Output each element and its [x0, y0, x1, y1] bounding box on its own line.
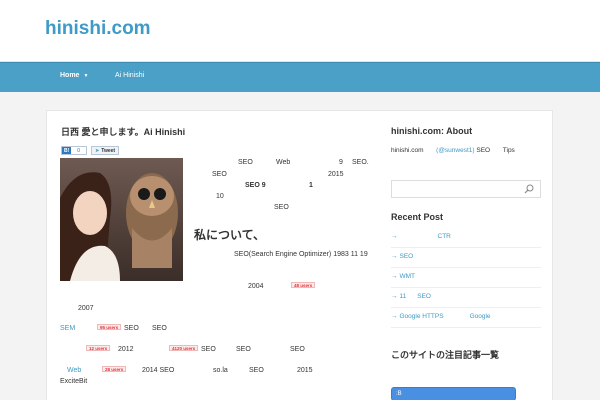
tweet-button[interactable]: ➤ Tweet: [91, 146, 120, 155]
para-2015: 2015: [297, 367, 313, 374]
hatena-users-badge[interactable]: 4120 users: [169, 345, 199, 351]
arrow-right-icon: →: [391, 313, 398, 320]
about-heading: hinishi.com: About: [391, 126, 473, 136]
para-seo-4: SEO: [236, 346, 251, 353]
para-seo-2: SEO: [152, 325, 167, 332]
hatena-icon: B!: [62, 147, 72, 154]
chevron-down-icon: ▼: [83, 73, 89, 79]
para-year-2007: 2007: [78, 305, 94, 312]
hatena-users-badge[interactable]: 48 users: [291, 282, 316, 288]
para-seo-1: SEO: [124, 325, 139, 332]
post-text-3: 9: [339, 159, 343, 166]
profile-photo-image: [60, 158, 183, 281]
para-2014: 2014 SEO: [142, 367, 175, 374]
link-web[interactable]: Web: [67, 367, 81, 374]
post-text-1: SEO: [238, 159, 253, 166]
search-box: [391, 180, 541, 198]
recent-post-item[interactable]: → WMT: [391, 270, 541, 288]
para-seo-3: SEO: [201, 346, 216, 353]
arrow-right-icon: →: [391, 273, 398, 280]
about-text: hinishi.com (@sunwest1) SEO Tips: [391, 147, 515, 154]
post-title[interactable]: 日西 愛と申します。Ai Hinishi: [61, 125, 185, 138]
recent-post-label: Google: [469, 313, 491, 320]
link-sem[interactable]: SEM: [60, 325, 75, 332]
hatena-widget-button[interactable]: :B: [391, 387, 516, 400]
search-icon[interactable]: [524, 184, 534, 194]
post-text-5: SEO: [212, 171, 227, 178]
post-text-7: SEO 9: [245, 182, 266, 189]
recent-post-pre: 11: [399, 293, 407, 300]
tweet-label: Tweet: [101, 147, 116, 154]
hatena-users-badge[interactable]: 12 users: [86, 345, 111, 351]
para-year-2004: 2004: [248, 283, 264, 290]
about-tips: Tips: [502, 147, 515, 154]
arrow-right-icon: →: [391, 253, 398, 260]
recent-post-item[interactable]: → 11 SEO: [391, 290, 541, 308]
recent-post-pre: Google HTTPS: [399, 313, 444, 320]
recent-post-item[interactable]: → CTR: [391, 230, 541, 248]
post-text-9: 10: [216, 193, 224, 200]
main-nav: Home ▼ Ai Hinishi: [0, 62, 600, 92]
nav-home-label: Home: [60, 72, 80, 79]
arrow-right-icon: →: [391, 233, 398, 240]
para-line-1: SEO(Search Engine Optimizer) 1983 11 19: [234, 251, 368, 258]
arrow-right-icon: →: [391, 293, 398, 300]
para-sola: so.la: [213, 367, 228, 374]
hatena-bookmark-button[interactable]: B! 0: [61, 146, 88, 155]
recent-posts-heading: Recent Post: [391, 212, 444, 222]
post-text-8: 1: [309, 182, 313, 189]
recent-post-label: CTR: [437, 233, 451, 240]
para-seo-5: SEO: [290, 346, 305, 353]
para-seo-6: SEO: [249, 367, 264, 374]
share-buttons: B! 0 ➤ Tweet: [61, 146, 120, 155]
section-heading: 私について、: [194, 228, 266, 242]
recent-post-item[interactable]: → Google HTTPS Google: [391, 310, 541, 328]
hatena-count: 0: [77, 147, 81, 154]
hatena-users-badge[interactable]: 28 users: [102, 366, 127, 372]
recent-post-label: WMT: [399, 273, 416, 280]
twitter-handle-link[interactable]: (@sunwest1): [436, 147, 474, 154]
recent-post-item[interactable]: → SEO: [391, 250, 541, 268]
about-site: hinishi.com: [391, 147, 424, 154]
post-text-2: Web: [276, 159, 291, 166]
site-title[interactable]: hinishi.com: [45, 18, 151, 40]
nav-item-ai-hinishi[interactable]: Ai Hinishi: [115, 72, 144, 79]
search-input[interactable]: [392, 181, 520, 197]
about-seo: SEO: [476, 147, 491, 154]
post-text-4: SEO.: [352, 159, 369, 166]
nav-item-home[interactable]: Home ▼: [60, 72, 88, 79]
featured-posts-heading: このサイトの注目記事一覧: [391, 350, 500, 360]
site-header: hinishi.com: [0, 0, 600, 62]
twitter-icon: ➤: [95, 147, 100, 154]
post-text-10: SEO: [274, 204, 289, 211]
recent-post-label: SEO: [417, 293, 431, 300]
profile-photo: [60, 158, 183, 281]
content-panel: 日西 愛と申します。Ai Hinishi B! 0 ➤ Tweet SEO We…: [46, 110, 553, 400]
para-excitebit: ExciteBit: [60, 378, 88, 385]
para-year-2012: 2012: [118, 346, 134, 353]
post-text-6: 2015: [328, 171, 344, 178]
recent-post-label: SEO: [399, 253, 414, 260]
hatena-users-badge[interactable]: 95 users: [97, 324, 122, 330]
